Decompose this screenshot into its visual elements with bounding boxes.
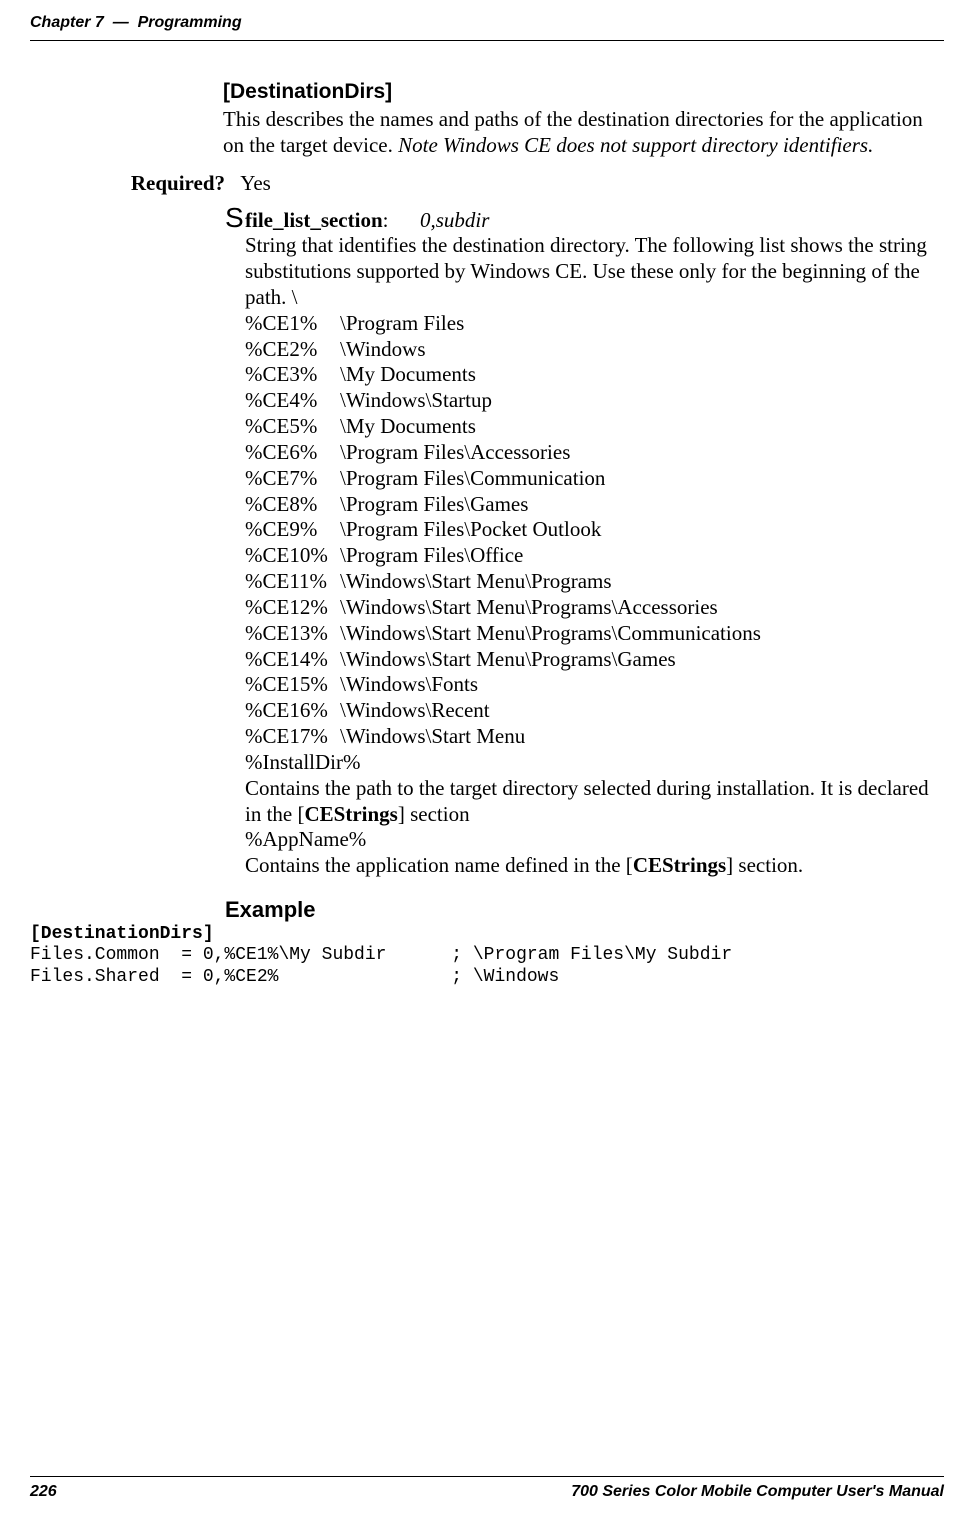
bullet-head: file_list_section: 0,subdir xyxy=(225,208,489,232)
sub-key: %CE7% xyxy=(245,466,340,492)
required-label: Required? xyxy=(130,171,225,196)
sub-key: %CE17% xyxy=(245,724,340,750)
sub-key: %CE2% xyxy=(245,337,340,363)
section-description: This describes the names and paths of th… xyxy=(223,106,934,159)
page-footer: 226 700 Series Color Mobile Computer Use… xyxy=(30,1476,944,1501)
page-number: 226 xyxy=(30,1483,57,1501)
sub-val: \Windows\Recent xyxy=(340,698,490,722)
table-row: %CE15%\Windows\Fonts xyxy=(245,672,934,698)
manual-title: 700 Series Color Mobile Computer User's … xyxy=(571,1483,944,1501)
sub-key: %CE11% xyxy=(245,569,340,595)
code-line-2: Files.Common = 0,%CE1%\My Subdir ; \Prog… xyxy=(30,945,732,965)
desc-text-2: Note Windows CE does not support directo… xyxy=(398,133,873,157)
table-row: %CE14%\Windows\Start Menu\Programs\Games xyxy=(245,647,934,673)
sub-key: %CE3% xyxy=(245,362,340,388)
sub-val: \Windows\Startup xyxy=(340,388,492,412)
bullet-block: S file_list_section: 0,subdir String tha… xyxy=(225,208,934,880)
header-left: Chapter 7 — Programming xyxy=(30,14,242,32)
sub-val: \Program Files\Accessories xyxy=(340,440,570,464)
table-row: %CE4%\Windows\Startup xyxy=(245,388,934,414)
bullet-row: S file_list_section: 0,subdir xyxy=(225,208,934,234)
bullet-value: 0,subdir xyxy=(420,208,489,232)
chapter-title: Programming xyxy=(138,14,242,31)
sub-val: \Windows\Fonts xyxy=(340,672,478,696)
table-row: %CE3%\My Documents xyxy=(245,362,934,388)
code-line-3: Files.Shared = 0,%CE2% ; \Windows xyxy=(30,967,559,987)
installdir-label: %InstallDir% xyxy=(225,750,934,776)
sub-val: \My Documents xyxy=(340,362,476,386)
bullet-key-suffix: : xyxy=(383,208,389,232)
appname-text-c: ] section. xyxy=(726,853,803,877)
substitution-table: %CE1%\Program Files %CE2%\Windows %CE3%\… xyxy=(245,311,934,750)
table-row: %CE2%\Windows xyxy=(245,337,934,363)
sub-val: \Windows\Start Menu\Programs\Communicati… xyxy=(340,621,761,645)
sub-key: %CE14% xyxy=(245,647,340,673)
sub-val: \Program Files\Games xyxy=(340,492,528,516)
table-row: %CE5%\My Documents xyxy=(245,414,934,440)
table-row: %CE11%\Windows\Start Menu\Programs xyxy=(245,569,934,595)
installdir-text: Contains the path to the target director… xyxy=(225,776,934,828)
table-row: %CE17%\Windows\Start Menu xyxy=(245,724,934,750)
sub-val: \Windows\Start Menu\Programs\Accessories xyxy=(340,595,718,619)
example-code: [DestinationDirs] Files.Common = 0,%CE1%… xyxy=(30,924,944,988)
sub-key: %CE10% xyxy=(245,543,340,569)
table-row: %CE12%\Windows\Start Menu\Programs\Acces… xyxy=(245,595,934,621)
table-row: %CE7%\Program Files\Communication xyxy=(245,466,934,492)
installdir-text-b: CEStrings xyxy=(304,802,397,826)
table-row: %CE9%\Program Files\Pocket Outlook xyxy=(245,517,934,543)
sub-key: %CE8% xyxy=(245,492,340,518)
bullet-para1: String that identifies the destination d… xyxy=(225,233,934,310)
bullet-marker: S xyxy=(225,208,244,228)
sub-val: \Program Files\Pocket Outlook xyxy=(340,517,601,541)
page-content: [DestinationDirs] This describes the nam… xyxy=(30,80,944,988)
sub-val: \Program Files\Office xyxy=(340,543,523,567)
code-line-1: [DestinationDirs] xyxy=(30,924,214,944)
table-row: %CE13%\Windows\Start Menu\Programs\Commu… xyxy=(245,621,934,647)
appname-text: Contains the application name defined in… xyxy=(225,853,934,879)
sub-key: %CE5% xyxy=(245,414,340,440)
sub-key: %CE9% xyxy=(245,517,340,543)
sub-val: \Program Files\Communication xyxy=(340,466,605,490)
required-value: Yes xyxy=(240,171,271,195)
table-row: %CE6%\Program Files\Accessories xyxy=(245,440,934,466)
sub-val: \Windows\Start Menu\Programs xyxy=(340,569,612,593)
table-row: %CE1%\Program Files xyxy=(245,311,934,337)
sub-key: %CE15% xyxy=(245,672,340,698)
section-heading: [DestinationDirs] xyxy=(223,80,944,104)
sub-key: %CE12% xyxy=(245,595,340,621)
sub-key: %CE1% xyxy=(245,311,340,337)
installdir-text-c: ] section xyxy=(398,802,470,826)
table-row: %CE10%\Program Files\Office xyxy=(245,543,934,569)
footer-rule xyxy=(30,1476,944,1477)
sub-key: %CE13% xyxy=(245,621,340,647)
sub-val: \Windows xyxy=(340,337,426,361)
sub-val: \Program Files xyxy=(340,311,464,335)
sub-key: %CE6% xyxy=(245,440,340,466)
page-header: Chapter 7 — Programming xyxy=(30,14,944,32)
sub-val: \Windows\Start Menu xyxy=(340,724,525,748)
appname-text-a: Contains the application name defined in… xyxy=(245,853,633,877)
required-row: Required? Yes xyxy=(130,171,944,196)
sub-key: %CE4% xyxy=(245,388,340,414)
chapter-label: Chapter 7 xyxy=(30,14,104,31)
example-heading: Example xyxy=(225,897,944,923)
appname-text-b: CEStrings xyxy=(633,853,726,877)
appname-label: %AppName% xyxy=(225,827,934,853)
table-row: %CE8%\Program Files\Games xyxy=(245,492,934,518)
sub-val: \Windows\Start Menu\Programs\Games xyxy=(340,647,676,671)
sub-key: %CE16% xyxy=(245,698,340,724)
header-rule xyxy=(30,40,944,41)
sub-val: \My Documents xyxy=(340,414,476,438)
header-separator: — xyxy=(113,14,129,31)
table-row: %CE16%\Windows\Recent xyxy=(245,698,934,724)
bullet-key: file_list_section xyxy=(245,208,383,232)
